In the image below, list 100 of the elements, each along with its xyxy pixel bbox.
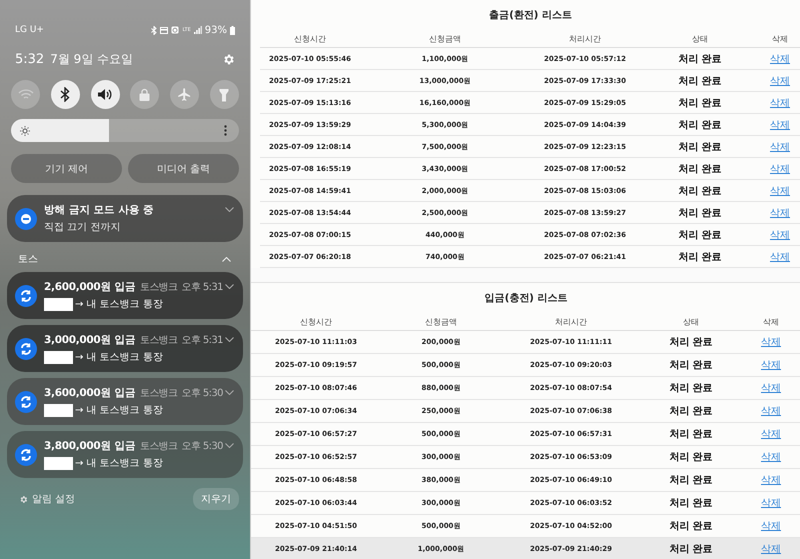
app-name: 토스뱅크 [140, 387, 178, 400]
column-header: 삭제 [772, 34, 788, 44]
delete-link[interactable]: 삭제 [770, 184, 790, 198]
status-cell-text: 처리 완료 [678, 250, 722, 264]
notification-body: → 내 토스뱅크 통장 [75, 457, 163, 470]
status-cell-text: 처리 완료 [669, 382, 713, 395]
chevron-down-icon[interactable] [225, 443, 234, 448]
delete-link[interactable]: 삭제 [770, 74, 790, 88]
notification-time: 오후 5:31 [181, 281, 223, 294]
date-label: 7월 9일 수요일 [50, 50, 134, 68]
delete-link[interactable]: 삭제 [770, 206, 790, 220]
delete-link[interactable]: 삭제 [770, 140, 790, 154]
settings-icon[interactable] [222, 52, 235, 66]
status-cell-text: 처리 완료 [678, 96, 722, 110]
airplane-toggle[interactable] [170, 80, 200, 109]
delete-link[interactable]: 삭제 [761, 519, 781, 533]
status-cell-text: 처리 완료 [678, 118, 722, 132]
table-title: 출금(환전) 리스트 [488, 9, 573, 23]
status-cell-text: 처리 완료 [669, 543, 713, 556]
flashlight-toggle[interactable] [210, 80, 239, 109]
status-cell-text: 처리 완료 [669, 336, 713, 349]
delete-link[interactable]: 삭제 [761, 404, 781, 418]
status-cell-text: 처리 완료 [678, 184, 722, 198]
chevron-down-icon[interactable] [225, 337, 234, 342]
delete-link[interactable]: 삭제 [770, 118, 790, 132]
status-cell-text: 처리 완료 [669, 405, 713, 418]
dnd-subtitle: 직접 끄기 전까지 [44, 221, 120, 234]
app-logo-icon [15, 338, 37, 360]
delete-link[interactable]: 삭제 [761, 542, 781, 556]
battery-percent: 93% [204, 24, 227, 36]
dnd-title: 방해 금지 모드 사용 중 [44, 203, 154, 217]
column-header: 신청금액 [425, 316, 457, 328]
notification-settings-link[interactable]: 알림 설정 [32, 492, 76, 506]
redacted-block [44, 456, 73, 470]
chevron-down-icon[interactable] [225, 207, 234, 212]
app-name: 토스뱅크 [140, 440, 178, 453]
delete-link[interactable]: 삭제 [761, 496, 781, 510]
app-name: 토스뱅크 [140, 334, 178, 347]
delete-link[interactable]: 삭제 [761, 335, 781, 349]
group-name: 토스 [18, 253, 38, 266]
notification-time: 오후 5:30 [181, 387, 223, 400]
status-cell-text: 처리 완료 [678, 162, 722, 176]
notification-time: 오후 5:30 [181, 440, 223, 453]
chevron-down-icon[interactable] [225, 390, 234, 395]
notification-card[interactable]: 3,600,000원 입금 토스뱅크 오후 5:30 → 내 토스뱅크 통장 [7, 378, 243, 425]
chevron-down-icon[interactable] [225, 284, 234, 289]
redacted-block [44, 350, 73, 364]
lock-toggle[interactable] [130, 80, 160, 109]
brightness-icon [20, 126, 30, 136]
panel-button[interactable]: 미디어 출력 [128, 154, 239, 183]
app-name: 토스뱅크 [140, 281, 178, 294]
delete-link[interactable]: 삭제 [761, 358, 781, 372]
delete-link[interactable]: 삭제 [770, 96, 790, 110]
status-cell-text: 처리 완료 [678, 228, 722, 242]
notification-title: 3,600,000원 입금 [44, 386, 136, 400]
column-header: 신청시간 [294, 34, 326, 44]
table-title: 입금(충전) 리스트 [484, 292, 568, 306]
more-icon[interactable] [224, 125, 227, 136]
status-cell-text: 처리 완료 [669, 520, 713, 533]
delete-link[interactable]: 삭제 [770, 162, 790, 176]
delete-link[interactable]: 삭제 [761, 427, 781, 441]
delete-link[interactable]: 삭제 [761, 381, 781, 395]
carrier-label: LG U+ [15, 25, 44, 35]
notification-card[interactable]: 2,600,000원 입금 토스뱅크 오후 5:31 → 내 토스뱅크 통장 [7, 272, 243, 319]
wifi-icon [18, 88, 34, 100]
delete-link[interactable]: 삭제 [770, 228, 790, 242]
notification-body: → 내 토스뱅크 통장 [75, 298, 163, 311]
delete-link[interactable]: 삭제 [770, 52, 790, 66]
dnd-card[interactable]: 방해 금지 모드 사용 중 직접 끄기 전까지 [7, 195, 243, 242]
delete-link[interactable]: 삭제 [761, 450, 781, 464]
status-cell-text: 처리 완료 [678, 206, 722, 220]
notification-card[interactable]: 3,000,000원 입금 토스뱅크 오후 5:31 → 내 토스뱅크 통장 [7, 325, 243, 372]
brightness-slider[interactable] [11, 119, 239, 142]
status-cell-text: 처리 완료 [678, 74, 722, 88]
wifi-toggle[interactable] [11, 80, 40, 109]
column-header: 신청금액 [429, 34, 461, 44]
status-cell-text: 처리 완료 [678, 140, 722, 154]
column-header: 상태 [683, 316, 699, 328]
delete-link[interactable]: 삭제 [770, 250, 790, 264]
lock-icon [139, 88, 150, 101]
settings-icon[interactable] [19, 494, 28, 504]
column-header: 신청시간 [300, 316, 332, 328]
chevron-up-icon[interactable] [222, 256, 231, 262]
do-not-disturb-icon [15, 208, 37, 230]
speaker-icon [97, 88, 114, 101]
notification-card[interactable]: 3,800,000원 입금 토스뱅크 오후 5:30 → 내 토스뱅크 통장 [7, 431, 243, 478]
notification-body: → 내 토스뱅크 통장 [75, 351, 163, 364]
airplane-icon [177, 87, 192, 102]
sound-toggle[interactable] [90, 80, 120, 109]
app-logo-icon [15, 284, 37, 306]
bluetooth-toggle[interactable] [50, 80, 80, 109]
delete-link[interactable]: 삭제 [761, 473, 781, 487]
clock-time: 5:32 [15, 52, 44, 66]
panel-button[interactable]: 기기 제어 [11, 154, 122, 183]
status-cell-text: 처리 완료 [669, 451, 713, 464]
clear-button[interactable]: 지우기 [193, 488, 239, 510]
notification-title: 2,600,000원 입금 [44, 280, 136, 294]
status-cell-text: 처리 완료 [669, 428, 713, 441]
status-cell-text: 처리 완료 [669, 359, 713, 372]
column-header: 삭제 [763, 316, 779, 328]
